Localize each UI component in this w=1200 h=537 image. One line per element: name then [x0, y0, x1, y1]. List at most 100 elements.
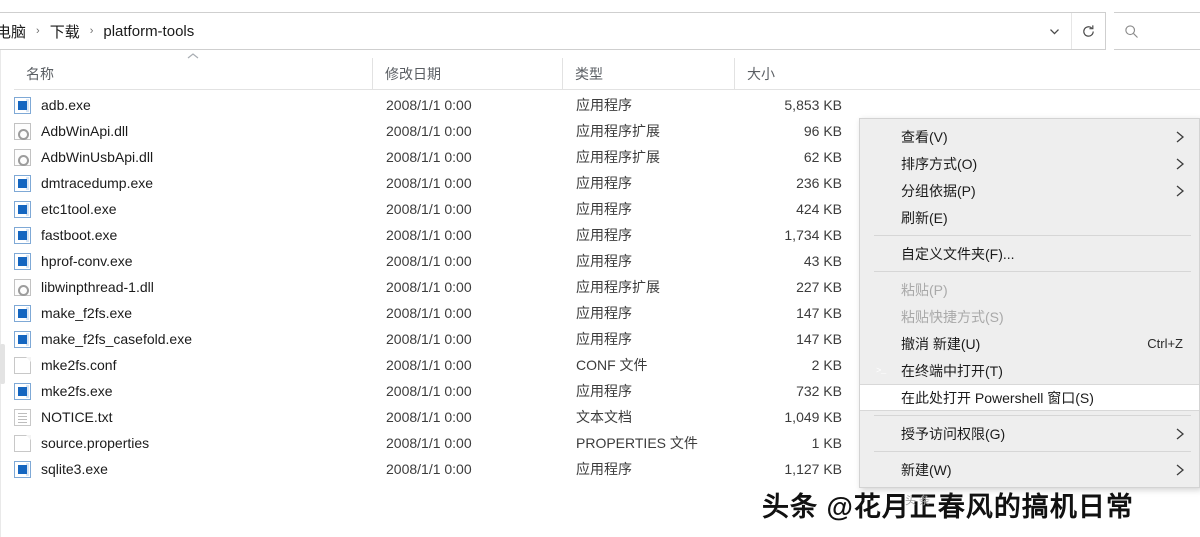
breadcrumb-item-downloads[interactable]: 下载 — [48, 19, 82, 44]
menu-item: 粘贴(P) — [860, 276, 1199, 303]
refresh-icon[interactable] — [1071, 13, 1105, 49]
exe-file-icon — [14, 304, 31, 322]
file-date-cell: 2008/1/1 0:00 — [386, 201, 472, 217]
dll-file-icon — [14, 148, 31, 166]
file-name-label: AdbWinUsbApi.dll — [41, 149, 154, 165]
menu-item-label: 分组依据(P) — [901, 182, 976, 199]
file-size-cell: 1,734 KB — [784, 227, 842, 243]
menu-item-label: 在终端中打开(T) — [901, 362, 1003, 379]
file-type-cell: 应用程序扩展 — [576, 123, 660, 139]
sort-ascending-icon — [185, 52, 201, 62]
file-type-cell: 应用程序 — [576, 201, 632, 217]
chevron-right-icon — [1175, 157, 1185, 171]
file-size-cell: 732 KB — [796, 383, 842, 399]
file-name-label: mke2fs.conf — [41, 357, 117, 373]
file-date-cell: 2008/1/1 0:00 — [386, 331, 472, 347]
file-date-cell: 2008/1/1 0:00 — [386, 123, 472, 139]
exe-file-icon — [14, 460, 31, 478]
breadcrumb-item-platform-tools[interactable]: platform-tools — [101, 21, 196, 42]
file-type-cell: 应用程序 — [576, 461, 632, 477]
menu-item-label: 粘贴快捷方式(S) — [901, 308, 1004, 325]
file-size-cell: 43 KB — [803, 253, 842, 269]
exe-file-icon — [14, 226, 31, 244]
menu-item-label: 排序方式(O) — [901, 155, 978, 172]
file-name-label: hprof-conv.exe — [41, 253, 133, 269]
menu-item-label: 撤消 新建(U) — [901, 335, 981, 352]
file-name-cell: fastboot.exe — [14, 226, 117, 244]
file-name-label: source.properties — [41, 435, 150, 451]
column-header-type[interactable]: 类型 — [562, 58, 672, 90]
breadcrumb: 电脑 › 下载 › platform-tools — [0, 19, 1037, 44]
menu-item[interactable]: 新建(W) — [860, 456, 1199, 483]
chevron-down-icon[interactable] — [1037, 13, 1071, 49]
file-size-cell: 62 KB — [803, 149, 842, 165]
file-size-cell: 5,853 KB — [784, 97, 842, 113]
file-size-cell: 96 KB — [803, 123, 842, 139]
file-name-label: adb.exe — [41, 97, 91, 113]
menu-item[interactable]: 分组依据(P) — [860, 177, 1199, 204]
file-name-cell: etc1tool.exe — [14, 200, 117, 218]
file-type-cell: 应用程序扩展 — [576, 149, 660, 165]
column-header-size[interactable]: 大小 — [734, 58, 844, 90]
menu-item-label: 查看(V) — [901, 128, 948, 145]
menu-separator — [874, 451, 1191, 452]
dll-file-icon — [14, 278, 31, 296]
menu-item[interactable]: 在此处打开 Powershell 窗口(S) — [860, 384, 1199, 411]
exe-file-icon — [14, 382, 31, 400]
file-name-cell: make_f2fs_casefold.exe — [14, 330, 192, 348]
file-name-label: AdbWinApi.dll — [41, 123, 129, 139]
file-name-cell: NOTICE.txt — [14, 408, 113, 426]
file-explorer-window: 电脑 › 下载 › platform-tools 名称 修改日期 类型 大小 a… — [0, 0, 1200, 537]
menu-item[interactable]: 查看(V) — [860, 123, 1199, 150]
file-size-cell: 1,127 KB — [784, 461, 842, 477]
menu-item-label: 粘贴(P) — [901, 281, 948, 298]
chevron-right-icon — [1175, 463, 1185, 477]
file-name-cell: source.properties — [14, 434, 150, 452]
menu-separator — [874, 271, 1191, 272]
chevron-right-icon — [1175, 130, 1185, 144]
file-type-cell: 应用程序 — [576, 331, 632, 347]
menu-item[interactable]: 撤消 新建(U) Ctrl+Z — [860, 330, 1199, 357]
doc-file-icon — [14, 356, 31, 374]
chevron-right-icon — [1175, 184, 1185, 198]
file-name-label: NOTICE.txt — [41, 409, 113, 425]
menu-separator — [874, 415, 1191, 416]
search-icon — [1114, 24, 1148, 39]
breadcrumb-container[interactable]: 电脑 › 下载 › platform-tools — [0, 12, 1106, 50]
menu-item[interactable]: 排序方式(O) — [860, 150, 1199, 177]
file-name-label: make_f2fs_casefold.exe — [41, 331, 192, 347]
txt-file-icon — [14, 408, 31, 426]
file-name-label: mke2fs.exe — [41, 383, 113, 399]
exe-file-icon — [14, 252, 31, 270]
file-date-cell: 2008/1/1 0:00 — [386, 357, 472, 373]
menu-item[interactable]: 授予访问权限(G) — [860, 420, 1199, 447]
breadcrumb-item-computer[interactable]: 电脑 — [0, 19, 28, 44]
menu-item-label: 刷新(E) — [901, 209, 948, 226]
column-header-date[interactable]: 修改日期 — [372, 58, 562, 90]
menu-item[interactable]: 在终端中打开(T) — [860, 357, 1199, 384]
file-type-cell: 应用程序 — [576, 253, 632, 269]
file-size-cell: 1 KB — [811, 435, 842, 451]
terminal-icon — [874, 364, 892, 378]
file-size-cell: 147 KB — [796, 331, 842, 347]
table-row[interactable]: adb.exe 2008/1/1 0:00 应用程序 5,853 KB — [14, 92, 1200, 118]
file-type-cell: 应用程序 — [576, 97, 632, 113]
search-input[interactable] — [1114, 12, 1200, 50]
watermark-text: 头条 @花月正春风的搞机日常 — [762, 492, 1134, 522]
file-name-cell: adb.exe — [14, 96, 91, 114]
file-name-label: libwinpthread-1.dll — [41, 279, 154, 295]
column-header-name[interactable]: 名称 — [14, 58, 372, 90]
file-date-cell: 2008/1/1 0:00 — [386, 383, 472, 399]
file-name-cell: AdbWinApi.dll — [14, 122, 129, 140]
file-name-label: sqlite3.exe — [41, 461, 108, 477]
left-pane-handle[interactable] — [0, 344, 5, 384]
file-type-cell: 应用程序扩展 — [576, 279, 660, 295]
file-type-cell: 文本文档 — [576, 409, 632, 425]
exe-file-icon — [14, 96, 31, 114]
menu-item[interactable]: 刷新(E) — [860, 204, 1199, 231]
file-date-cell: 2008/1/1 0:00 — [386, 227, 472, 243]
context-menu[interactable]: 查看(V) 排序方式(O) 分组依据(P) 刷新(E) 自定义文件夹(F)... 粘贴(P… — [859, 118, 1200, 488]
menu-item-label: 授予访问权限(G) — [901, 425, 1006, 442]
menu-item[interactable]: 自定义文件夹(F)... — [860, 240, 1199, 267]
file-name-label: make_f2fs.exe — [41, 305, 133, 321]
